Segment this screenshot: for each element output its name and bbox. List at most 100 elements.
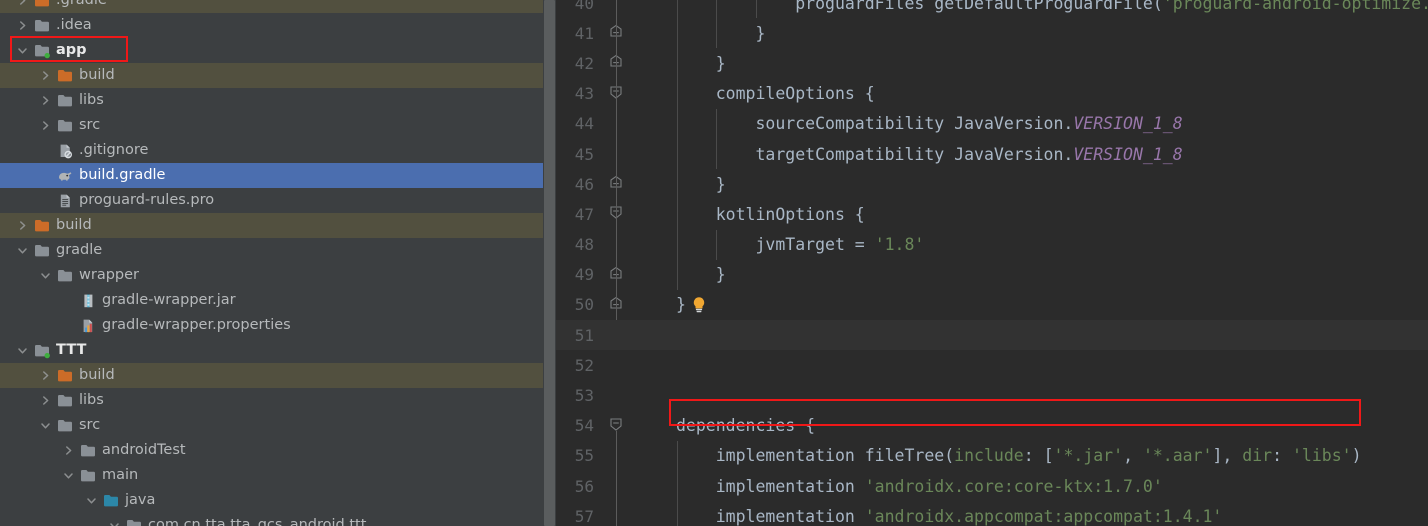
tree-row[interactable]: build (0, 363, 543, 388)
code-line[interactable]: 55 implementation fileTree(include: ['*.… (556, 441, 1428, 471)
code-line[interactable]: 47 kotlinOptions { (556, 199, 1428, 229)
code-line-text: compileOptions { (676, 84, 1428, 103)
code-token: proguardFiles getDefaultProguardFile( (676, 0, 1163, 13)
chevron-right-icon[interactable] (39, 119, 52, 132)
indent-guide (676, 471, 678, 502)
tree-row[interactable]: build (0, 63, 543, 88)
fold-collapse-icon[interactable] (604, 260, 630, 290)
tree-row[interactable]: gradle-wrapper.jar (0, 288, 543, 313)
gutter-marker-area (630, 290, 676, 320)
tree-row[interactable]: com.cn.tta.tta_gcs_android.ttt (0, 513, 543, 526)
fold-collapse-icon[interactable] (604, 169, 630, 199)
tree-row-label: build (79, 67, 115, 83)
tree-row[interactable]: gradle-wrapper.properties (0, 313, 543, 338)
fold-gutter (604, 230, 630, 260)
chevron-right-icon[interactable] (16, 19, 29, 32)
code-line[interactable]: 50} (556, 290, 1428, 320)
project-tree-panel[interactable]: .gradle .idea app build libs src .gitignore bui… (0, 0, 556, 526)
fold-gutter (604, 320, 630, 350)
chevron-right-icon[interactable] (39, 69, 52, 82)
code-line[interactable]: 57 implementation 'androidx.appcompat:ap… (556, 501, 1428, 526)
code-token: } (676, 265, 726, 285)
chevron-right-icon[interactable] (39, 94, 52, 107)
tree-row[interactable]: src (0, 413, 543, 438)
folder-icon (34, 18, 51, 34)
code-token: targetCompatibility JavaVersion. (676, 144, 1074, 164)
code-line[interactable]: 52 (556, 350, 1428, 380)
chevron-down-icon[interactable] (108, 519, 121, 526)
tree-row[interactable]: .gradle (0, 0, 543, 13)
tree-row[interactable]: build (0, 213, 543, 238)
chevron-down-icon[interactable] (16, 344, 29, 357)
tree-row[interactable]: build.gradle (0, 163, 543, 188)
chevron-right-icon[interactable] (16, 0, 29, 7)
fold-expand-icon[interactable] (604, 199, 630, 229)
code-line[interactable]: 40 proguardFiles getDefaultProguardFile(… (556, 0, 1428, 18)
tree-row[interactable]: src (0, 113, 543, 138)
intention-bulb-icon[interactable] (689, 295, 709, 319)
code-token: implementation (676, 476, 865, 496)
folder-icon (80, 468, 97, 484)
fold-expand-icon[interactable] (604, 411, 630, 441)
code-line[interactable]: 51 (556, 320, 1428, 351)
chevron-down-icon[interactable] (62, 469, 75, 482)
tree-row[interactable]: main (0, 463, 543, 488)
code-lines[interactable]: 40 proguardFiles getDefaultProguardFile(… (556, 0, 1428, 526)
tree-row[interactable]: app (0, 38, 543, 63)
tree-row[interactable]: libs (0, 388, 543, 413)
chevron-right-icon[interactable] (62, 444, 75, 457)
tree-row[interactable]: java (0, 488, 543, 513)
code-line[interactable]: 48 jvmTarget = '1.8' (556, 230, 1428, 260)
code-line[interactable]: 41 } (556, 18, 1428, 48)
tree-row[interactable]: androidTest (0, 438, 543, 463)
code-line[interactable]: 53 (556, 380, 1428, 410)
fold-gutter (604, 109, 630, 139)
code-line-text: sourceCompatibility JavaVersion.VERSION_… (676, 114, 1428, 133)
code-line[interactable]: 49 } (556, 260, 1428, 290)
chevron-down-icon[interactable] (16, 44, 29, 57)
chevron-right-icon[interactable] (16, 219, 29, 232)
code-token: jvmTarget = (676, 235, 875, 255)
fold-expand-icon[interactable] (604, 79, 630, 109)
tree-row[interactable]: TTT (0, 338, 543, 363)
indent-guide (676, 108, 678, 139)
tree-row[interactable]: proguard-rules.pro (0, 188, 543, 213)
line-number: 45 (574, 144, 594, 164)
tree-row[interactable]: libs (0, 88, 543, 113)
code-line[interactable]: 44 sourceCompatibility JavaVersion.VERSI… (556, 109, 1428, 139)
tree-row-label: gradle-wrapper.properties (102, 317, 291, 333)
fold-collapse-icon[interactable] (604, 48, 630, 78)
line-number: 47 (574, 204, 594, 224)
tree-row[interactable]: gradle (0, 238, 543, 263)
tree-row-label: TTT (56, 342, 87, 358)
tree-row[interactable]: .gitignore (0, 138, 543, 163)
tree-row[interactable]: .idea (0, 13, 543, 38)
line-number: 51 (574, 325, 594, 345)
fold-gutter (604, 0, 630, 18)
fold-collapse-icon[interactable] (604, 18, 630, 48)
code-line[interactable]: 56 implementation 'androidx.core:core-kt… (556, 471, 1428, 501)
code-token: '*.jar' (1053, 446, 1124, 466)
code-line[interactable]: 43 compileOptions { (556, 79, 1428, 109)
code-editor[interactable]: 40 proguardFiles getDefaultProguardFile(… (556, 0, 1428, 526)
code-token: '1.8' (874, 235, 925, 255)
sidebar-scrollbar-track[interactable] (543, 0, 556, 526)
code-line[interactable]: 54 dependencies { (556, 411, 1428, 441)
chevron-down-icon[interactable] (39, 269, 52, 282)
tree-row[interactable]: wrapper (0, 263, 543, 288)
indent-guide (676, 501, 678, 526)
chevron-down-icon[interactable] (85, 494, 98, 507)
code-token: dependencies { (676, 416, 816, 436)
code-line[interactable]: 45 targetCompatibility JavaVersion.VERSI… (556, 139, 1428, 169)
chevron-down-icon[interactable] (16, 244, 29, 257)
code-token: ], (1212, 446, 1243, 466)
chevron-right-icon[interactable] (39, 369, 52, 382)
sidebar-scrollbar-thumb[interactable] (544, 0, 555, 526)
chevron-down-icon[interactable] (39, 419, 52, 432)
code-line[interactable]: 42 } (556, 48, 1428, 78)
fold-gutter (604, 139, 630, 169)
fold-collapse-icon[interactable] (604, 290, 630, 320)
project-tree[interactable]: .gradle .idea app build libs src .gitignore bui… (0, 0, 543, 526)
code-line[interactable]: 46 } (556, 169, 1428, 199)
chevron-right-icon[interactable] (39, 394, 52, 407)
